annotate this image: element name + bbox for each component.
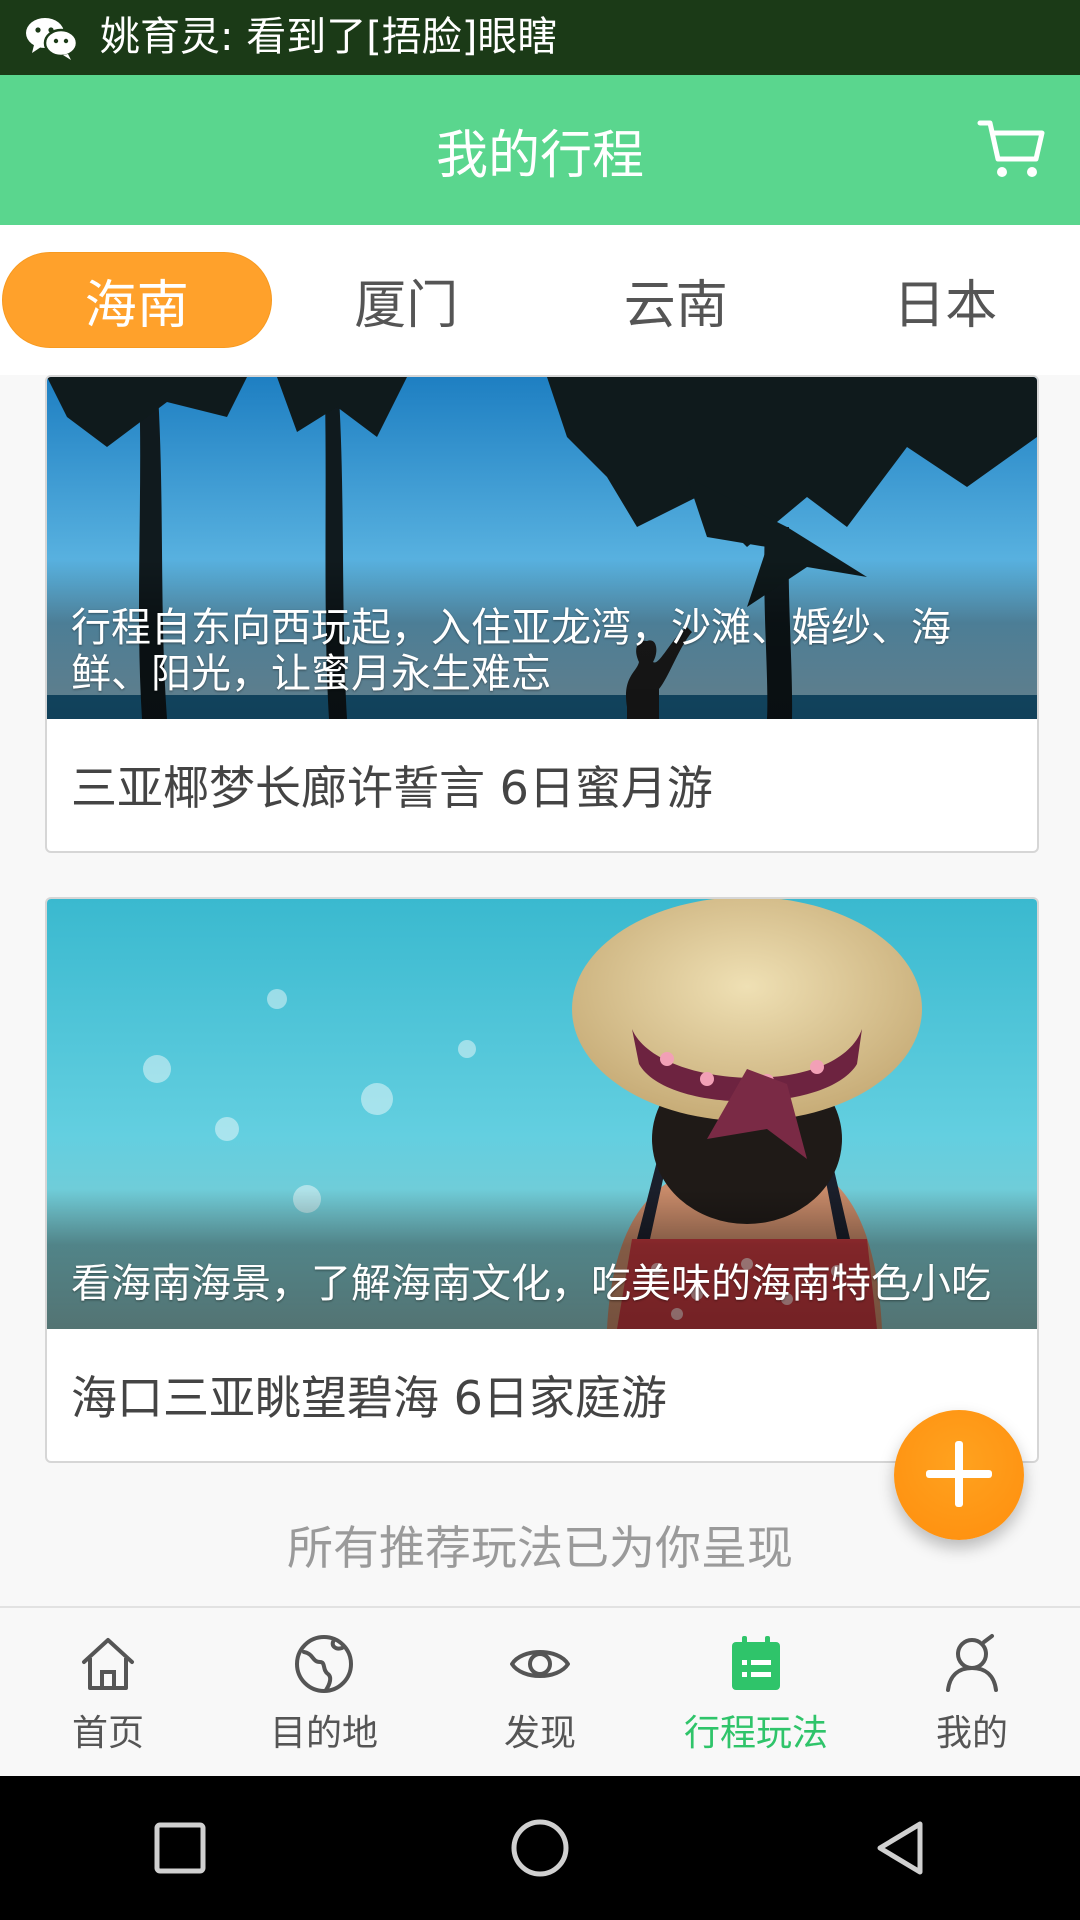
add-itinerary-button[interactable] xyxy=(894,1410,1024,1540)
nav-destination[interactable]: 目的地 xyxy=(216,1608,432,1778)
recent-apps-icon xyxy=(154,1822,206,1874)
card-description: 行程自东向西玩起，入住亚龙湾，沙滩、婚纱、海鲜、阳光，让蜜月永生难忘 xyxy=(71,605,951,697)
globe-icon xyxy=(295,1635,353,1693)
nav-home[interactable]: 首页 xyxy=(0,1608,216,1778)
card-title: 三亚椰梦长廊许誓言 6日蜜月游 xyxy=(71,761,713,815)
status-bar: 姚育灵: 看到了[捂脸]眼瞎 xyxy=(0,0,1080,75)
card-image-girl-sea: 看海南海景，了解海南文化，吃美味的海南特色小吃 xyxy=(47,899,1037,1329)
nav-me[interactable]: 我的 xyxy=(864,1608,1080,1778)
tab-yunnan[interactable]: 云南 xyxy=(541,252,811,348)
card-description: 看海南海景，了解海南文化，吃美味的海南特色小吃 xyxy=(71,1261,991,1307)
itinerary-card[interactable]: 行程自东向西玩起，入住亚龙湾，沙滩、婚纱、海鲜、阳光，让蜜月永生难忘 三亚椰梦长… xyxy=(45,375,1039,853)
home-circle-icon xyxy=(511,1819,569,1877)
itinerary-card[interactable]: 看海南海景，了解海南文化，吃美味的海南特色小吃 海口三亚眺望碧海 6日家庭游 xyxy=(45,897,1039,1463)
app-header: 我的行程 xyxy=(0,75,1080,225)
home-icon xyxy=(82,1638,134,1690)
nav-discover-label: 发现 xyxy=(503,1713,576,1754)
tab-hainan[interactable]: 海南 xyxy=(2,252,272,348)
calendar-list-icon xyxy=(732,1636,780,1690)
bottom-navigation: 首页 目的地 发现 行程玩法 我的 xyxy=(0,1606,1080,1778)
tab-japan[interactable]: 日本 xyxy=(811,252,1080,348)
eye-icon xyxy=(510,1650,570,1678)
destination-tabs: 海南 厦门 云南 日本 xyxy=(0,225,1080,375)
shopping-cart-icon[interactable] xyxy=(976,115,1048,185)
card-title: 海口三亚眺望碧海 6日家庭游 xyxy=(71,1371,667,1425)
nav-itinerary-label: 行程玩法 xyxy=(683,1713,828,1754)
nav-discover[interactable]: 发现 xyxy=(432,1608,648,1778)
wechat-icon xyxy=(26,17,79,60)
tab-xiamen[interactable]: 厦门 xyxy=(272,252,542,348)
notification-text: 姚育灵: 看到了[捂脸]眼瞎 xyxy=(100,14,558,60)
card-image-beach-palms: 行程自东向西玩起，入住亚龙湾，沙滩、婚纱、海鲜、阳光，让蜜月永生难忘 xyxy=(47,377,1037,719)
back-triangle-icon xyxy=(877,1821,923,1875)
back-system-button[interactable] xyxy=(855,1803,945,1893)
home-system-button[interactable] xyxy=(495,1803,585,1893)
nav-home-label: 首页 xyxy=(71,1713,144,1754)
nav-destination-label: 目的地 xyxy=(269,1713,378,1754)
system-navigation-bar xyxy=(0,1776,1080,1920)
nav-itinerary[interactable]: 行程玩法 xyxy=(648,1608,864,1778)
user-icon xyxy=(946,1634,998,1692)
nav-me-label: 我的 xyxy=(935,1713,1008,1754)
recent-apps-button[interactable] xyxy=(135,1803,225,1893)
page-title: 我的行程 xyxy=(435,125,644,186)
